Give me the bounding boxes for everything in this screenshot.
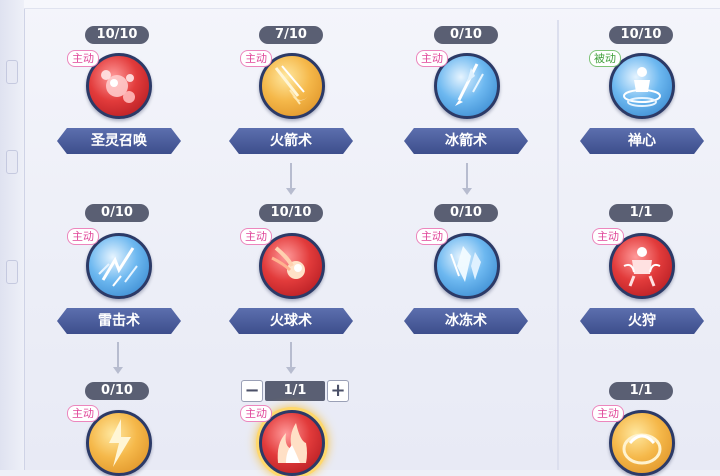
skill-dependency-arrow: [286, 342, 296, 374]
skill-name: 禅心: [580, 128, 704, 154]
skill-level-count: 7/10: [259, 26, 323, 44]
skill-type-tag: 主动: [67, 228, 99, 245]
increase-level-button[interactable]: +: [327, 380, 349, 402]
skill-type-tag: 主动: [592, 405, 624, 422]
frame-ornament: [6, 60, 18, 84]
skill-type-tag: 主动: [592, 228, 624, 245]
skill-type-tag: 被动: [589, 50, 621, 67]
skill-type-tag: 主动: [416, 228, 448, 245]
skill-level-count: 10/10: [259, 204, 323, 222]
skill-dependency-arrow: [286, 163, 296, 195]
top-frame-border: [24, 0, 720, 9]
skill-level-count: 0/10: [85, 382, 149, 400]
skill-level-count: 10/10: [85, 26, 149, 44]
skill-level-count: 0/10: [434, 26, 498, 44]
skill-level-count: 0/10: [434, 204, 498, 222]
skill-level-stepper: − 1/1 +: [241, 380, 349, 402]
stepper-value: 1/1: [265, 381, 325, 401]
skill-name: 火狩: [580, 308, 704, 334]
skill-type-tag: 主动: [67, 405, 99, 422]
flame-burst-icon: [277, 423, 307, 463]
left-frame-border: [0, 0, 25, 470]
skill-name: 雷击术: [57, 308, 181, 334]
skill-level-count: 1/1: [609, 204, 673, 222]
decrease-level-button[interactable]: −: [241, 380, 263, 402]
skill-type-tag: 主动: [240, 50, 272, 67]
thunder-bolt-icon: [109, 419, 131, 467]
column-divider: [557, 20, 559, 470]
fireball-icon: [271, 246, 305, 279]
skill-level-count: 10/10: [609, 26, 673, 44]
skill-level-count: 1/1: [609, 382, 673, 400]
skill-dependency-arrow: [113, 342, 123, 374]
golden-shield-icon: [622, 433, 662, 465]
skill-name: 冰箭术: [404, 128, 528, 154]
skill-type-tag: 主动: [240, 405, 272, 422]
skill-type-tag: 主动: [67, 50, 99, 67]
skill-name: 冰冻术: [404, 308, 528, 334]
skill-name: 火箭术: [229, 128, 353, 154]
spirit-orbs-icon: [101, 70, 135, 103]
ice-arrow-icon: [455, 63, 484, 106]
skill-type-tag: 主动: [240, 228, 272, 245]
frame-ornament: [6, 150, 18, 174]
meditation-icon: [623, 67, 661, 107]
fire-arrow-icon: [274, 65, 308, 105]
skill-type-tag: 主动: [416, 50, 448, 67]
skill-dependency-arrow: [462, 163, 472, 195]
skill-level-count: 0/10: [85, 204, 149, 222]
lightning-strike-icon: [98, 247, 138, 287]
skill-name: 火球术: [229, 308, 353, 334]
fire-hunter-icon: [623, 247, 661, 287]
frame-ornament: [6, 260, 18, 284]
ice-shard-icon: [450, 246, 481, 282]
skill-name: 圣灵召唤: [57, 128, 181, 154]
